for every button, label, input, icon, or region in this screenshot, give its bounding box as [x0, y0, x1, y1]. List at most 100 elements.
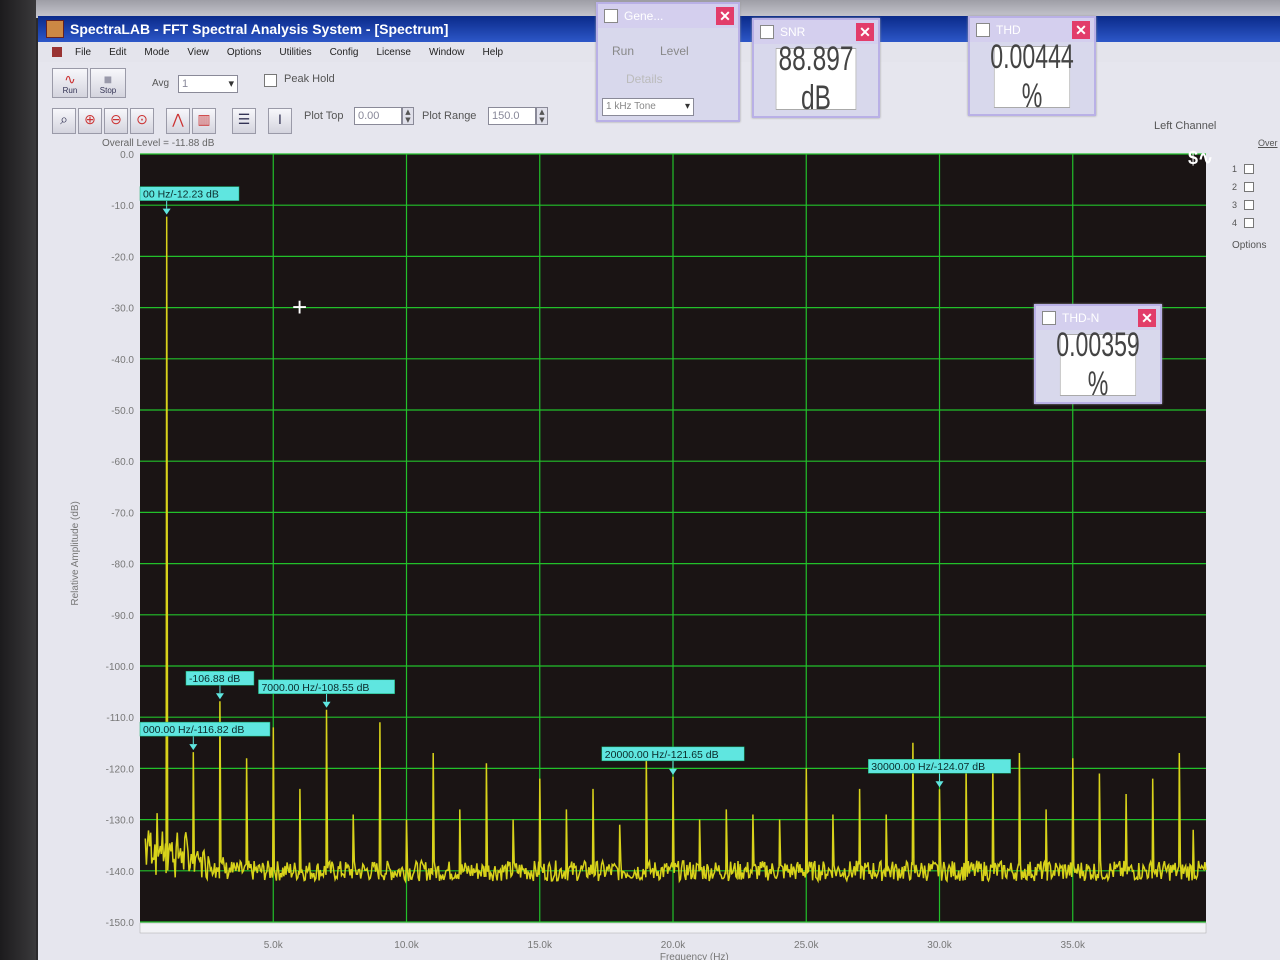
plot-range-value: 150.0: [492, 110, 520, 122]
stop-button[interactable]: ■ Stop: [90, 68, 126, 98]
plot-top-value: 0.00: [358, 110, 380, 122]
y-axis-label: Relative Amplitude (dB): [70, 501, 81, 606]
snr-title: SNR: [780, 25, 806, 39]
bar-plot-button[interactable]: ▥: [192, 108, 216, 134]
y-axis-ticks: 0.0 -10.0 -20.0 -30.0 -40.0 -50.0 -60.0 -70.0 -8…: [106, 150, 135, 929]
generator-panel: Gene... ✕ Run Level Details 1 kHz Tone ▾: [596, 2, 740, 122]
menu-config[interactable]: Config: [330, 47, 359, 58]
horizontal-scrollbar: [139, 922, 1207, 934]
cursor-button[interactable]: Ι: [268, 108, 292, 134]
stop-button-label: Stop: [99, 86, 117, 95]
y-tick-label: -20.0: [111, 252, 134, 263]
menu-mode[interactable]: Mode: [144, 47, 169, 58]
run-button-label: Run: [62, 86, 78, 95]
plot-range-spinner[interactable]: ▲ ▼: [536, 107, 548, 125]
y-tick-label: -140.0: [106, 867, 135, 878]
app-window: SpectraLAB - FFT Spectral Analysis Syste…: [38, 2, 1280, 960]
side-row-1-checkbox[interactable]: [1244, 164, 1254, 174]
zoom-button[interactable]: ⌕: [52, 108, 76, 134]
peak-marker-label: 000.00 Hz/-116.82 dB: [143, 724, 244, 736]
panel-icon: [976, 23, 990, 37]
x-tick-label: 20.0k: [661, 940, 686, 951]
x-axis-label: Frequency (Hz): [660, 952, 729, 960]
zoom-reset-button[interactable]: ⊙: [130, 108, 154, 134]
plot-range-input[interactable]: 150.0: [488, 107, 536, 125]
peak-hold-checkbox[interactable]: [264, 74, 277, 87]
panel-icon: [604, 9, 618, 23]
zoom-in-button[interactable]: ⊕: [78, 108, 102, 134]
menu-help[interactable]: Help: [483, 47, 504, 58]
zoom-out-button[interactable]: ⊖: [104, 108, 128, 134]
channel-side-panel: Over 1 2 3 4 Options: [1228, 136, 1280, 960]
y-tick-label: -50.0: [111, 406, 134, 417]
tone-select[interactable]: 1 kHz Tone ▾: [602, 98, 694, 116]
table-icon: ☰: [237, 111, 251, 127]
thd-title: THD: [996, 23, 1021, 37]
y-tick-label: -90.0: [111, 611, 134, 622]
signal-settings-icon[interactable]: $∿: [1188, 148, 1213, 168]
table-button[interactable]: ☰: [232, 108, 256, 134]
side-row-3: 3: [1232, 200, 1238, 210]
line-plot-button[interactable]: ⋀: [166, 108, 190, 134]
peak-marker-label: 7000.00 Hz/-108.55 dB: [261, 682, 369, 694]
peak-marker-label: -106.88 dB: [189, 673, 240, 685]
avg-select[interactable]: 1 ▾: [178, 75, 238, 93]
spectrum-chart[interactable]: 0.0 -10.0 -20.0 -30.0 -40.0 -50.0 -60.0 -70.0 -8…: [38, 136, 1228, 960]
menu-options[interactable]: Options: [227, 47, 261, 58]
cursor-icon: Ι: [278, 111, 282, 127]
side-panel-header[interactable]: Over: [1258, 138, 1278, 148]
x-axis-ticks: 5.0k 10.0k 15.0k 20.0k 25.0k 30.0k 35.0k: [139, 922, 1207, 951]
thd-meter: THD ✕ 0.00444 %: [968, 16, 1096, 116]
plot-top-input[interactable]: 0.00: [354, 107, 402, 125]
tone-value: 1 kHz Tone: [606, 101, 656, 112]
menu-view[interactable]: View: [187, 47, 209, 58]
close-icon[interactable]: ✕: [856, 23, 874, 41]
menu-license[interactable]: License: [376, 47, 410, 58]
y-tick-label: -130.0: [106, 816, 135, 827]
peak-hold-label: Peak Hold: [284, 73, 335, 85]
stop-icon: ■: [103, 71, 113, 87]
thdn-value: 0.00359 %: [1056, 326, 1140, 403]
crosshair-cursor-icon: +: [292, 292, 307, 322]
chevron-down-icon: ▾: [228, 78, 234, 90]
generator-details-button[interactable]: Details: [626, 72, 663, 86]
plot-top-spinner[interactable]: ▲ ▼: [402, 107, 414, 125]
y-tick-label: -150.0: [106, 918, 135, 929]
run-button[interactable]: ∿ Run: [52, 68, 88, 98]
plot-top-label: Plot Top: [304, 110, 344, 122]
monitor-bezel-left: [0, 0, 36, 960]
thd-value: 0.00444 %: [990, 38, 1074, 115]
close-icon[interactable]: ✕: [716, 7, 734, 25]
snr-meter: SNR ✕ 88.897 dB: [752, 18, 880, 118]
thdn-meter: THD-N ✕ 0.00359 %: [1034, 304, 1162, 404]
side-row-4: 4: [1232, 218, 1238, 228]
document-icon: [52, 47, 62, 57]
y-tick-label: -40.0: [111, 355, 134, 366]
zoom-out-icon: ⊖: [110, 111, 122, 127]
channel-label: Left Channel: [1154, 120, 1217, 132]
close-icon[interactable]: ✕: [1138, 309, 1156, 327]
panel-icon: [1042, 311, 1056, 325]
close-icon[interactable]: ✕: [1072, 21, 1090, 39]
generator-level-button[interactable]: Level: [660, 44, 689, 58]
peak-marker-label: 30000.00 Hz/-124.07 dB: [871, 761, 985, 773]
side-row-2-checkbox[interactable]: [1244, 182, 1254, 192]
side-row-1: 1: [1232, 164, 1238, 174]
window-title: SpectraLAB - FFT Spectral Analysis Syste…: [70, 21, 449, 37]
menu-utilities[interactable]: Utilities: [279, 47, 311, 58]
x-tick-label: 15.0k: [528, 940, 553, 951]
chevron-down-icon: ▾: [684, 101, 690, 112]
y-tick-label: -10.0: [111, 201, 134, 212]
side-row-4-checkbox[interactable]: [1244, 218, 1254, 228]
x-tick-label: 10.0k: [394, 940, 419, 951]
plot-range-label: Plot Range: [422, 110, 477, 122]
menu-edit[interactable]: Edit: [109, 47, 126, 58]
menu-file[interactable]: File: [75, 47, 91, 58]
generator-run-button[interactable]: Run: [612, 44, 634, 58]
options-link[interactable]: Options: [1232, 240, 1266, 251]
menu-window[interactable]: Window: [429, 47, 465, 58]
side-row-3-checkbox[interactable]: [1244, 200, 1254, 210]
app-icon: [46, 20, 64, 38]
bar-plot-icon: ▥: [197, 111, 211, 127]
zoom-in-icon: ⊕: [84, 111, 96, 127]
